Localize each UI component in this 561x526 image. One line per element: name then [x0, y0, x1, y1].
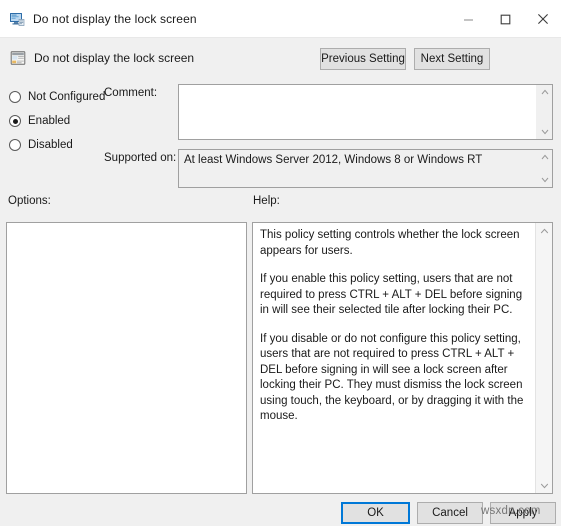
group-policy-setting-dialog: Do not display the lock screen Do not di…	[0, 0, 561, 526]
ok-label: OK	[367, 507, 384, 519]
minimize-button[interactable]	[450, 0, 487, 38]
cancel-button[interactable]: Cancel	[417, 502, 483, 524]
supported-on-label: Supported on:	[104, 152, 177, 164]
setting-title: Do not display the lock screen	[34, 50, 195, 65]
maximize-button[interactable]	[487, 0, 524, 38]
supported-on-field[interactable]: At least Windows Server 2012, Windows 8 …	[178, 149, 553, 188]
radio-mark-icon	[9, 91, 21, 103]
radio-mark-selected-icon	[9, 115, 21, 127]
cancel-label: Cancel	[432, 507, 468, 519]
titlebar: Do not display the lock screen	[0, 0, 561, 38]
radio-label-enabled: Enabled	[28, 115, 71, 127]
radio-mark-icon	[9, 139, 21, 151]
options-label: Options:	[8, 195, 51, 207]
scroll-down-icon[interactable]	[537, 125, 552, 139]
help-panel: This policy setting controls whether the…	[252, 222, 553, 494]
comment-label: Comment:	[104, 87, 158, 99]
scroll-down-icon[interactable]	[537, 173, 552, 187]
ok-button[interactable]: OK	[341, 502, 410, 524]
close-icon	[537, 14, 548, 24]
setting-nav-buttons: Previous Setting Next Setting	[320, 48, 490, 70]
next-setting-label: Next Setting	[420, 53, 484, 65]
radio-label-disabled: Disabled	[28, 139, 73, 151]
setting-header: Do not display the lock screen Previous …	[0, 38, 561, 77]
policy-monitor-icon	[10, 12, 25, 26]
radio-enabled[interactable]: Enabled	[8, 109, 158, 133]
supported-on-value: At least Windows Server 2012, Windows 8 …	[179, 150, 536, 187]
window-title: Do not display the lock screen	[33, 11, 197, 26]
scroll-down-icon[interactable]	[536, 478, 552, 493]
scroll-up-icon[interactable]	[537, 150, 552, 164]
radio-label-not-configured: Not Configured	[28, 91, 106, 103]
apply-button[interactable]: Apply	[490, 502, 556, 524]
window-controls	[450, 0, 561, 38]
dialog-footer: OK Cancel Apply	[0, 494, 561, 526]
supported-on-scrollbar[interactable]	[536, 150, 552, 187]
help-label: Help:	[253, 195, 280, 207]
apply-label: Apply	[508, 507, 538, 519]
minimize-icon	[464, 19, 473, 20]
dialog-action-buttons: OK Cancel Apply	[341, 502, 556, 524]
comment-textarea[interactable]	[178, 84, 553, 140]
help-paragraph: If you enable this policy setting, users…	[260, 273, 523, 316]
help-paragraph: This policy setting controls whether the…	[260, 229, 520, 257]
scroll-up-icon[interactable]	[536, 223, 552, 238]
help-paragraph: If you disable or do not configure this …	[260, 332, 524, 423]
previous-setting-label: Previous Setting	[321, 53, 405, 65]
help-text: This policy setting controls whether the…	[253, 223, 535, 493]
policy-setting-icon	[10, 50, 26, 65]
close-button[interactable]	[524, 0, 561, 38]
options-panel[interactable]	[6, 222, 247, 494]
next-setting-button[interactable]: Next Setting	[414, 48, 490, 70]
comment-scrollbar[interactable]	[536, 85, 552, 139]
scroll-up-icon[interactable]	[537, 85, 552, 99]
help-scrollbar[interactable]	[535, 223, 552, 493]
previous-setting-button[interactable]: Previous Setting	[320, 48, 406, 70]
maximize-icon	[500, 14, 511, 24]
setting-form-area: Not Configured Enabled Disabled Comment:	[0, 77, 561, 189]
comment-value[interactable]	[179, 85, 536, 139]
